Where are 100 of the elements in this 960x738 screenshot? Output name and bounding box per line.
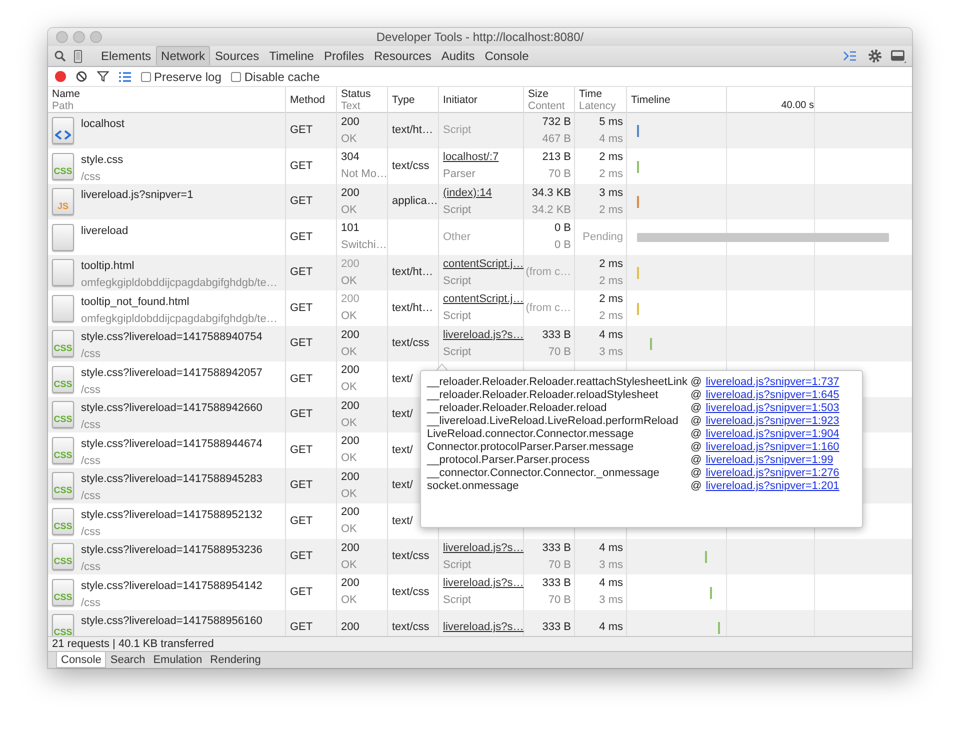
source-link[interactable]: livereload.js?snipver=1:645 (706, 389, 840, 402)
source-link[interactable]: livereload.js?snipver=1:503 (706, 402, 840, 415)
checkbox[interactable] (231, 72, 242, 82)
column-subheader[interactable]: Path (52, 100, 281, 112)
initiator-link[interactable]: localhost/:7 (443, 150, 520, 166)
column-header[interactable]: Type (392, 94, 434, 106)
column-subheader[interactable]: Content (528, 100, 570, 112)
css-file-icon: CSS (52, 543, 74, 570)
request-name[interactable]: style.css?livereload=1417588940754 (81, 330, 262, 345)
request-path: /css (81, 347, 102, 362)
dock-icon[interactable] (891, 50, 906, 62)
settings-icon[interactable] (868, 49, 882, 63)
source-link[interactable]: livereload.js?snipver=1:99 (706, 454, 834, 467)
cell-text: GET (290, 478, 314, 494)
panel-tab[interactable]: Timeline (264, 46, 319, 66)
cell-subtext: OK (341, 451, 358, 466)
stack-frame-function: __protocol.Parser.Parser.process (427, 454, 591, 467)
column-header[interactable]: Status (341, 88, 383, 100)
initiator-link[interactable]: (index):14 (443, 186, 520, 201)
cell-subtext: 2 ms (599, 274, 623, 289)
source-link[interactable]: livereload.js?snipver=1:201 (706, 480, 840, 493)
console-drawer-icon[interactable] (843, 51, 857, 61)
column-header[interactable]: Name (52, 88, 281, 100)
request-name[interactable]: style.css?livereload=1417588944674 (81, 436, 262, 452)
checkbox-label[interactable]: Preserve log (154, 70, 222, 84)
stack-frame-function: __reloader.Reloader.Reloader.reloadStylesheet (427, 389, 660, 402)
request-name[interactable]: tooltip_not_found.html (81, 294, 278, 310)
request-name[interactable]: style.css (81, 152, 124, 168)
panel-tab[interactable]: Elements (96, 46, 156, 66)
request-name[interactable]: style.css?livereload=1417588953236 (81, 543, 262, 558)
request-name[interactable]: style.css?livereload=1417588945283 (81, 472, 262, 487)
source-link[interactable]: livereload.js?snipver=1:160 (706, 441, 840, 454)
cell-text: GET (290, 620, 314, 636)
cell-text: 0 B (554, 221, 571, 236)
initiator-link[interactable]: livereload.js?s… (443, 576, 520, 592)
request-path: /css (81, 170, 102, 184)
cell-text: 2 ms (599, 256, 623, 272)
request-path: /css (81, 489, 102, 504)
drawer-tab[interactable]: Search (106, 652, 150, 668)
cell-text: 4 ms (599, 540, 623, 556)
panel-tab[interactable]: Network (156, 46, 210, 66)
css-file-icon: CSS (52, 472, 74, 499)
search-icon[interactable] (54, 50, 66, 62)
source-link[interactable]: livereload.js?snipver=1:737 (706, 376, 840, 389)
cell-text: 3 ms (599, 186, 623, 201)
filter-icon[interactable] (97, 71, 109, 82)
stack-frame-function: socket.onmessage (427, 480, 520, 493)
initiator-link[interactable]: contentScript.j… (443, 256, 520, 272)
request-name[interactable]: style.css?livereload=1417588954142 (81, 578, 262, 594)
cell-text: GET (290, 407, 314, 422)
request-name[interactable]: style.css?livereload=1417588956160 (81, 614, 262, 629)
initiator-link[interactable]: livereload.js?s… (443, 540, 520, 556)
column-header[interactable]: Size (528, 88, 570, 100)
column-subheader[interactable]: Latency (579, 100, 622, 112)
cell-text: 4 ms (599, 576, 623, 592)
record-button[interactable] (55, 71, 66, 82)
list-view-icon[interactable] (119, 72, 131, 82)
initiator-link[interactable]: contentScript.j… (443, 292, 520, 308)
source-link[interactable]: livereload.js?snipver=1:923 (706, 415, 840, 428)
request-name[interactable]: style.css?livereload=1417588942660 (81, 401, 262, 416)
panel-tab[interactable]: Audits (436, 46, 480, 66)
panel-tab[interactable]: Console (480, 46, 534, 66)
request-name[interactable]: localhost (81, 117, 124, 132)
column-header[interactable]: Timeline (631, 94, 670, 106)
panel-tab[interactable]: Resources (369, 46, 436, 66)
source-link[interactable]: livereload.js?snipver=1:904 (706, 428, 840, 441)
cell-subtext: 70 B (548, 344, 571, 360)
blank-file-icon (52, 259, 74, 286)
checkbox-label[interactable]: Disable cache (244, 70, 320, 84)
status-code: 200 (341, 540, 360, 556)
column-subheader[interactable]: Text (341, 100, 383, 112)
request-name[interactable]: style.css?livereload=1417588952132 (81, 508, 262, 522)
clear-icon[interactable] (76, 71, 87, 82)
initiator-link[interactable]: livereload.js?s… (443, 620, 520, 636)
panel-tab[interactable]: Profiles (318, 46, 369, 66)
at-sign: @ (690, 454, 702, 467)
cell-subtext: Script (443, 309, 472, 324)
panel-tab[interactable]: Sources (210, 46, 264, 66)
column-header[interactable]: Method (290, 94, 332, 106)
cell-subtext: OK (341, 558, 358, 573)
status-code: 200 (341, 470, 360, 485)
source-link[interactable]: livereload.js?snipver=1:276 (706, 467, 840, 480)
drawer-tab[interactable]: Emulation (149, 652, 206, 668)
checkbox[interactable] (141, 72, 151, 82)
drawer-tab[interactable]: Rendering (206, 652, 265, 668)
request-name[interactable]: livereload.js?snipver=1 (81, 188, 194, 203)
request-name[interactable]: tooltip.html (81, 259, 278, 274)
status-code: 200 (341, 363, 360, 378)
column-header[interactable]: Time (579, 88, 622, 100)
cell-subtext: OK (341, 522, 358, 538)
request-name[interactable]: livereload (81, 224, 128, 238)
initiator-link[interactable]: livereload.js?s… (443, 328, 520, 343)
cell-text: text/ht… (392, 123, 434, 138)
at-sign: @ (690, 428, 702, 441)
drawer-tab[interactable]: Console (56, 652, 106, 668)
cell-text: 333 B (542, 620, 571, 636)
device-icon[interactable] (74, 50, 82, 62)
column-header[interactable]: Initiator (443, 94, 519, 106)
request-name[interactable]: style.css?livereload=1417588942057 (81, 366, 262, 380)
status-code: 200 (341, 292, 360, 308)
